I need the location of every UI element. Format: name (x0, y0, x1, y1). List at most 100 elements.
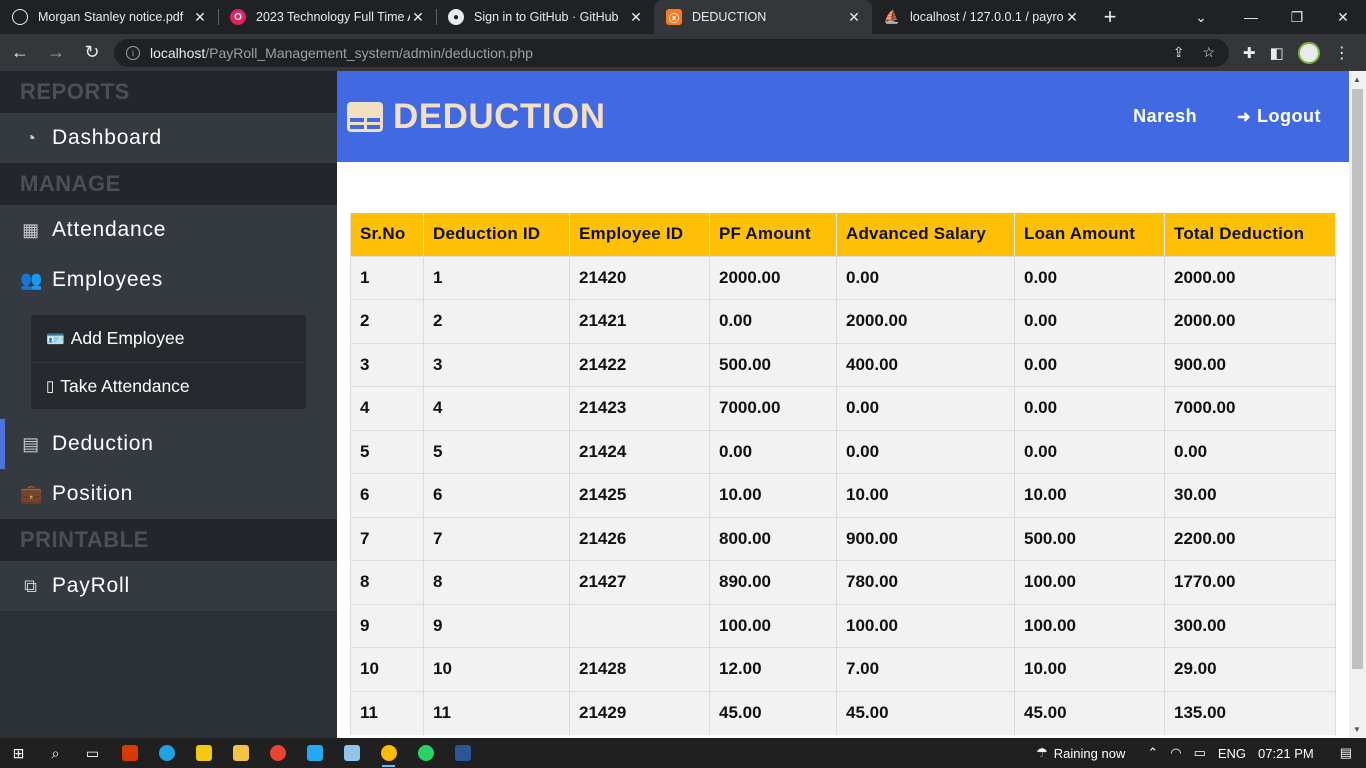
battery-icon[interactable]: ▭ (1194, 745, 1206, 761)
search-icon[interactable]: ⌕ (37, 738, 74, 768)
users-icon: 👥 (20, 269, 44, 290)
scroll-down-icon[interactable]: ▼ (1353, 725, 1361, 734)
table-cell: 11 (350, 690, 424, 735)
weather-widget[interactable]: ☂ Raining now (1036, 745, 1125, 761)
office-icon[interactable] (111, 738, 148, 768)
sidebar-item-label: Deduction (52, 432, 154, 455)
table-cell: 7 (423, 516, 570, 561)
sidebar-item-label: Employees (52, 268, 164, 291)
tab-search-icon[interactable]: ⌄ (1186, 0, 1216, 34)
reload-icon[interactable]: ↻ (76, 37, 108, 69)
new-tab-button[interactable]: + (1090, 0, 1130, 34)
submenu-item-add-employee[interactable]: 🪪 Add Employee (31, 315, 306, 362)
submenu-item-take-attendance[interactable]: ▯ Take Attendance (31, 362, 306, 409)
back-icon[interactable]: ← (4, 37, 36, 69)
tab-close-icon[interactable]: ✕ (846, 9, 862, 26)
table-cell: 45.00 (1014, 690, 1165, 735)
scrollbar-thumb[interactable] (1352, 89, 1363, 669)
sidebar-item-payroll[interactable]: ⧉ PayRoll (0, 561, 337, 611)
weather-text: Raining now (1053, 745, 1126, 761)
browser-tab[interactable]: O 2023 Technology Full Time Ar ✕ (218, 0, 436, 34)
browser-tab[interactable]: Morgan Stanley notice.pdf ✕ (0, 0, 218, 34)
page-scrollbar[interactable]: ▲ ▼ (1349, 71, 1366, 738)
chrome-icon[interactable] (259, 738, 296, 768)
close-window-icon[interactable]: ✕ (1320, 0, 1366, 34)
table-row: 9 9 100.00 100.00 100.00 300.00 (350, 603, 1336, 648)
sidebar-item-dashboard[interactable]: ◔ Dashboard (0, 113, 337, 163)
tab-close-icon[interactable]: ✕ (192, 9, 208, 26)
tab-close-icon[interactable]: ✕ (410, 9, 426, 26)
table-cell: 300.00 (1164, 603, 1336, 648)
notification-icon[interactable]: ▤ (1340, 745, 1352, 761)
sidebar-item-deduction[interactable]: ▤ Deduction (0, 419, 337, 469)
table-cell: 21429 (569, 690, 710, 735)
table-cell: 100.00 (836, 603, 1015, 648)
table-cell: 5 (350, 429, 424, 474)
restore-icon[interactable]: ❐ (1274, 0, 1320, 34)
table-cell: 10.00 (836, 473, 1015, 517)
file-explorer-icon[interactable] (222, 738, 259, 768)
table-cell: 11 (423, 690, 570, 735)
browser-tab-active[interactable]: ⓧ DEDUCTION ✕ (654, 0, 872, 34)
table-row: 2 2 21421 0.00 2000.00 0.00 2000.00 (350, 299, 1336, 343)
employees-submenu-wrapper: 🪪 Add Employee ▯ Take Attendance (0, 305, 337, 419)
clock[interactable]: 07:21 PM (1258, 746, 1314, 761)
chevron-up-icon[interactable]: ⌃ (1147, 745, 1158, 761)
tab-title: Morgan Stanley notice.pdf (38, 10, 184, 24)
store-icon[interactable] (185, 738, 222, 768)
scroll-up-icon[interactable]: ▲ (1353, 75, 1361, 84)
table-cell: 21423 (569, 386, 710, 430)
table-cell: 7000.00 (709, 386, 837, 430)
tab-close-icon[interactable]: ✕ (628, 9, 644, 26)
browser-tab[interactable]: ● Sign in to GitHub · GitHub ✕ (436, 0, 654, 34)
deduction-table: Sr.No Deduction ID Employee ID PF Amount… (350, 213, 1336, 735)
column-header: Total Deduction (1164, 213, 1336, 256)
system-tray: ☂ Raining now ⌃ ◠ ▭ ENG 07:21 PM ▤ (1036, 745, 1366, 761)
submenu-item-label: Add Employee (70, 328, 185, 348)
sidebar-item-attendance[interactable]: ▦ Attendance (0, 205, 337, 255)
table-cell: 800.00 (709, 516, 837, 561)
vscode-icon[interactable] (296, 738, 333, 768)
wifi-icon[interactable]: ◠ (1170, 745, 1181, 761)
minimize-icon[interactable]: — (1228, 0, 1274, 34)
main-content: DEDUCTION Naresh ➜ Logout Sr.No Deductio… (337, 71, 1349, 738)
menu-kebab-icon[interactable]: ⋮ (1334, 43, 1350, 63)
browser-tab-bar: Morgan Stanley notice.pdf ✕ O 2023 Techn… (0, 0, 1366, 34)
tab-close-icon[interactable]: ✕ (1064, 9, 1080, 26)
table-cell (569, 603, 710, 648)
table-cell: 0.00 (1014, 342, 1165, 387)
chrome-running-icon[interactable] (370, 738, 407, 768)
sidebar-item-position[interactable]: 💼 Position (0, 469, 337, 519)
language-indicator[interactable]: ENG (1218, 746, 1246, 761)
profile-avatar[interactable] (1297, 41, 1320, 64)
url-path: /PayRoll_Management_system/admin/deducti… (205, 44, 533, 61)
column-header: PF Amount (709, 213, 837, 256)
windows-start-icon[interactable]: ⊞ (0, 738, 37, 768)
side-panel-icon[interactable]: ◧ (1270, 44, 1284, 62)
word-icon[interactable] (444, 738, 481, 768)
table-cell: 7 (350, 516, 424, 561)
bookmark-star-icon[interactable]: ☆ (1202, 44, 1215, 61)
task-view-icon[interactable]: ▭ (74, 738, 111, 768)
sidebar-item-employees[interactable]: 👥 Employees (0, 255, 337, 305)
table-cell: 500.00 (709, 342, 837, 387)
whatsapp-icon[interactable] (407, 738, 444, 768)
forward-icon[interactable]: → (40, 37, 72, 69)
id-card-icon: 🪪 (46, 330, 65, 348)
table-cell: 4 (350, 386, 424, 430)
user-name-link[interactable]: Naresh (1133, 106, 1197, 127)
address-bar[interactable]: i localhost/PayRoll_Management_system/ad… (114, 38, 1229, 67)
table-cell: 9 (350, 603, 424, 648)
edge-icon[interactable] (148, 738, 185, 768)
table-cell: 6 (423, 473, 570, 517)
share-icon[interactable]: ⇪ (1173, 44, 1185, 61)
logout-button[interactable]: ➜ Logout (1237, 106, 1321, 127)
table-cell: 500.00 (1014, 516, 1165, 561)
browser-tab[interactable]: ⛵ localhost / 127.0.0.1 / payroll ✕ (872, 0, 1090, 34)
notepad-icon[interactable] (333, 738, 370, 768)
section-heading-printable: PRINTABLE (0, 519, 337, 561)
extensions-icon[interactable]: ✚ (1243, 44, 1256, 62)
table-row: 6 6 21425 10.00 10.00 10.00 30.00 (350, 473, 1336, 517)
site-info-icon[interactable]: i (126, 45, 140, 60)
table-cell: 21427 (569, 560, 710, 604)
